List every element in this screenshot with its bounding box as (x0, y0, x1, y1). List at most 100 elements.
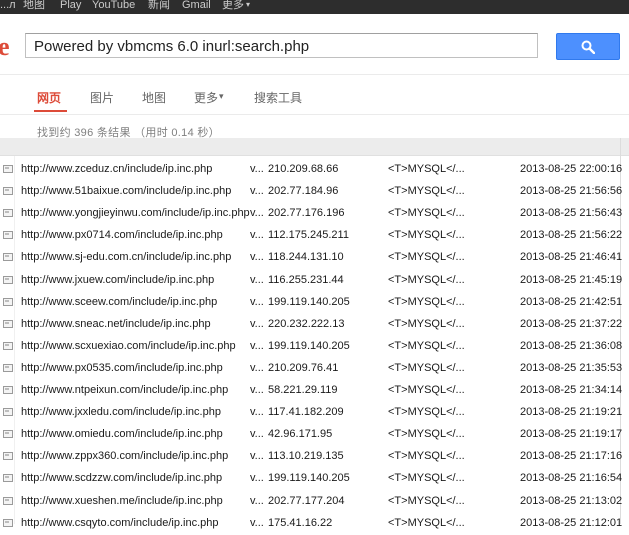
page-icon (3, 364, 13, 372)
result-url[interactable]: http://www.omiedu.com/include/ip.inc.php (21, 428, 223, 440)
table-row[interactable]: http://www.xueshen.me/include/ip.inc.php… (0, 491, 623, 513)
table-row[interactable]: http://www.scxuexiao.com/include/ip.inc.… (0, 336, 622, 358)
page-icon (3, 253, 13, 261)
result-db-type: <T>MYSQL</... (388, 251, 465, 263)
table-row[interactable]: http://www.zceduz.cn/include/ip.inc.php v… (0, 159, 623, 181)
result-date: 2013-08-25 21:34:14 (520, 384, 623, 396)
table-row[interactable]: http://www.51baixue.com/include/ip.inc.p… (0, 181, 623, 203)
result-ip: 202.77.176.196 (268, 207, 345, 219)
table-row[interactable]: http://www.jxxledu.com/include/ip.inc.ph… (0, 402, 623, 424)
result-ip: 42.96.171.95 (268, 428, 333, 440)
search-button[interactable] (556, 33, 620, 60)
chevron-down-icon: ▾ (246, 0, 251, 9)
table-row[interactable]: http://www.px0714.com/include/ip.inc.php… (0, 225, 622, 247)
result-db-type: <T>MYSQL</... (388, 428, 465, 440)
result-date: 2013-08-25 21:13:02 (520, 495, 623, 507)
page-icon (3, 452, 13, 460)
topbar-item-youtube[interactable]: YouTube (92, 0, 135, 11)
result-date: 2013-08-25 22:00:16 (520, 163, 623, 175)
topbar-item-gmail[interactable]: Gmail (182, 0, 211, 11)
result-version: v... (250, 384, 264, 396)
result-url[interactable]: http://www.px0535.com/include/ip.inc.php (21, 362, 223, 374)
table-row[interactable]: http://www.px0535.com/include/ip.inc.php… (0, 358, 623, 380)
search-icon (581, 40, 595, 54)
page-icon (3, 408, 13, 416)
page-icon (3, 231, 13, 239)
result-date: 2013-08-25 21:19:21 (520, 406, 623, 418)
result-url[interactable]: http://www.sj-edu.com.cn/include/ip.inc.… (21, 251, 231, 263)
topbar-item-play[interactable]: Play (60, 0, 81, 11)
table-row[interactable]: http://www.csqyto.com/include/ip.inc.php… (0, 513, 623, 535)
result-url[interactable]: http://www.ntpeixun.com/include/ip.inc.p… (21, 384, 228, 396)
result-url[interactable]: http://www.xueshen.me/include/ip.inc.php (21, 495, 223, 507)
result-version: v... (250, 229, 264, 241)
result-url[interactable]: http://www.51baixue.com/include/ip.inc.p… (21, 185, 231, 197)
result-db-type: <T>MYSQL</... (388, 207, 465, 219)
top-navigation-bar: ...л 地图 Play YouTube 新闻 Gmail 更多 ▾ (0, 0, 629, 14)
result-ip: 210.209.68.66 (268, 163, 339, 175)
result-url[interactable]: http://www.scdzzw.com/include/ip.inc.php (21, 472, 222, 484)
topbar-item-maps[interactable]: 地图 (23, 0, 45, 11)
table-row[interactable]: http://www.sneac.net/include/ip.inc.php v… (0, 314, 623, 336)
result-ip: 118.244.131.10 (268, 251, 344, 263)
result-date: 2013-08-25 21:35:53 (520, 362, 623, 374)
page-icon (3, 165, 13, 173)
result-ip: 112.175.245.211 (268, 229, 349, 241)
page-icon (3, 187, 13, 195)
result-ip: 113.10.219.135 (268, 450, 344, 462)
page-icon (3, 519, 13, 527)
topbar-item-news[interactable]: 新闻 (148, 0, 170, 11)
page-icon (3, 298, 13, 306)
table-row[interactable]: http://www.ntpeixun.com/include/ip.inc.p… (0, 380, 623, 402)
topbar-item-more[interactable]: 更多 (222, 0, 244, 11)
result-db-type: <T>MYSQL</... (388, 362, 465, 374)
result-date: 2013-08-25 21:37:22 (520, 318, 623, 330)
result-url[interactable]: http://www.jxuew.com/include/ip.inc.php (21, 274, 214, 286)
result-url[interactable]: http://www.zceduz.cn/include/ip.inc.php (21, 163, 212, 175)
result-url[interactable]: http://www.px0714.com/include/ip.inc.php (21, 229, 223, 241)
result-url[interactable]: http://www.sneac.net/include/ip.inc.php (21, 318, 211, 330)
result-version: v... (250, 517, 264, 529)
result-version: v... (250, 495, 264, 507)
table-row[interactable]: http://www.jxuew.com/include/ip.inc.php v… (0, 270, 622, 292)
tab-images[interactable]: 图片 (90, 89, 114, 106)
result-url[interactable]: http://www.sceew.com/include/ip.inc.php (21, 296, 217, 308)
result-url[interactable]: http://www.scxuexiao.com/include/ip.inc.… (21, 340, 236, 352)
tab-web[interactable]: 网页 (37, 89, 61, 106)
result-date: 2013-08-25 21:12:01 (520, 517, 623, 529)
page-icon (3, 474, 13, 482)
table-row[interactable]: http://www.sj-edu.com.cn/include/ip.inc.… (0, 247, 622, 269)
result-db-type: <T>MYSQL</... (388, 450, 465, 462)
page-icon (3, 386, 13, 394)
result-date: 2013-08-25 21:56:56 (520, 185, 623, 197)
result-version: v... (250, 163, 264, 175)
result-ip: 199.119.140.205 (268, 472, 350, 484)
result-version: v... (250, 340, 264, 352)
result-ip: 199.119.140.205 (268, 340, 350, 352)
table-row[interactable]: http://www.yongjieyinwu.com/include/ip.i… (0, 203, 623, 225)
result-ip: 202.77.184.96 (268, 185, 339, 197)
result-ip: 220.232.222.13 (268, 318, 345, 330)
table-row[interactable]: http://www.zppx360.com/include/ip.inc.ph… (0, 446, 622, 468)
result-url[interactable]: http://www.csqyto.com/include/ip.inc.php (21, 517, 218, 529)
result-version: v... (250, 296, 264, 308)
tab-maps[interactable]: 地图 (142, 89, 166, 106)
page-icon (3, 430, 13, 438)
result-url[interactable]: http://www.jxxledu.com/include/ip.inc.ph… (21, 406, 221, 418)
result-version: v... (250, 251, 264, 263)
tab-search-tools[interactable]: 搜索工具 (254, 89, 302, 106)
result-db-type: <T>MYSQL</... (388, 472, 465, 484)
result-db-type: <T>MYSQL</... (388, 495, 465, 507)
result-date: 2013-08-25 21:56:43 (520, 207, 623, 219)
topbar-item[interactable]: ...л (0, 0, 16, 11)
tab-more[interactable]: 更多 (194, 89, 218, 106)
google-logo[interactable]: e (0, 32, 10, 62)
result-url[interactable]: http://www.zppx360.com/include/ip.inc.ph… (21, 450, 228, 462)
table-row[interactable]: http://www.omiedu.com/include/ip.inc.php… (0, 424, 622, 446)
header-divider (0, 74, 629, 75)
search-input[interactable]: Powered by vbmcms 6.0 inurl:search.php (25, 33, 538, 58)
result-ip: 117.41.182.209 (268, 406, 344, 418)
table-row[interactable]: http://www.scdzzw.com/include/ip.inc.php… (0, 468, 622, 490)
table-row[interactable]: http://www.sceew.com/include/ip.inc.php v… (0, 292, 622, 314)
result-url[interactable]: http://www.yongjieyinwu.com/include/ip.i… (21, 207, 250, 219)
